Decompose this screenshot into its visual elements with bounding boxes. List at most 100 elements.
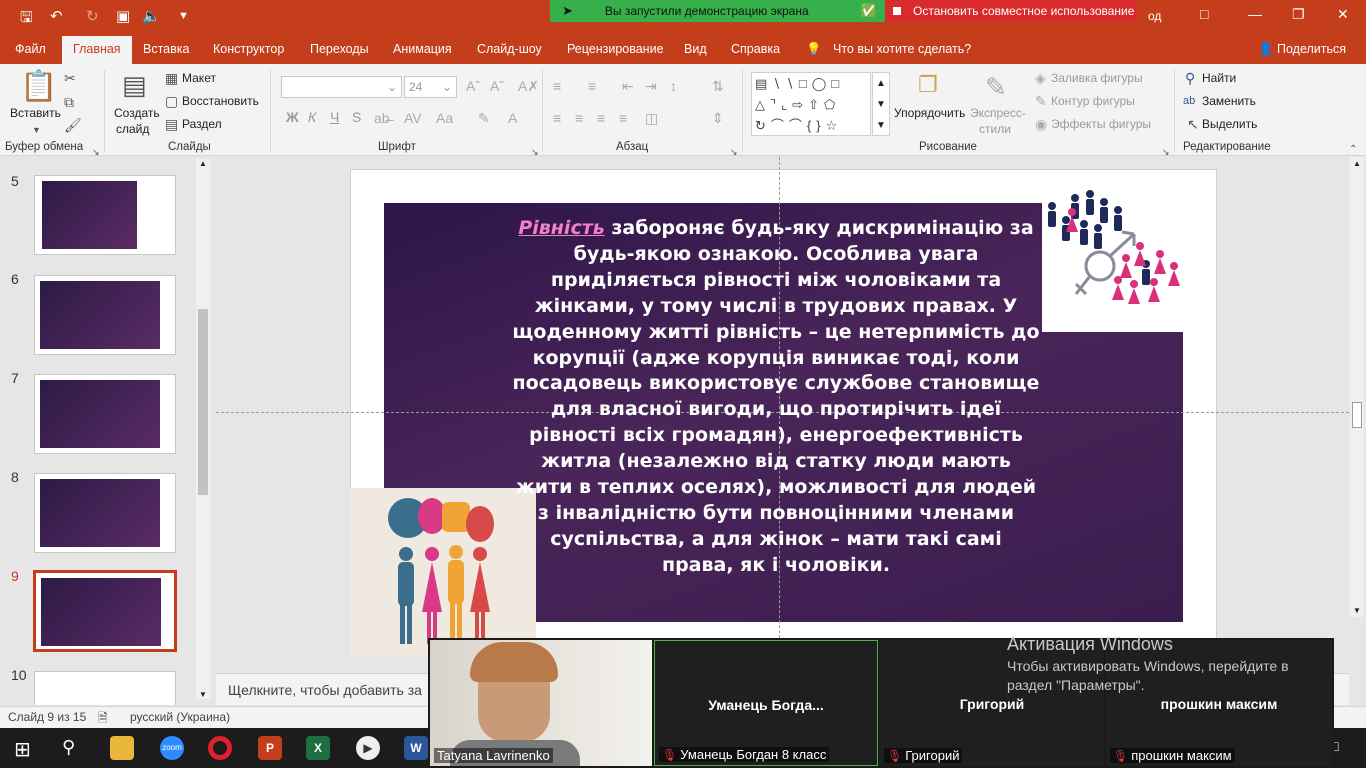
- powerpoint-icon[interactable]: P: [258, 736, 282, 760]
- tell-me-search[interactable]: Что вы хотите сделать?: [833, 42, 971, 56]
- tab-animations[interactable]: Анимация: [393, 42, 452, 56]
- tab-review[interactable]: Рецензирование: [567, 42, 664, 56]
- effects-icon[interactable]: ◉: [1035, 116, 1047, 132]
- chevron-up-icon[interactable]: ▲: [199, 159, 207, 168]
- slide-thumbnail[interactable]: [34, 671, 176, 705]
- tab-transitions[interactable]: Переходы: [310, 42, 369, 56]
- close-icon[interactable]: ✕: [1337, 6, 1349, 23]
- chevron-down-icon[interactable]: ▼: [32, 122, 41, 138]
- save-icon[interactable]: 🖫: [20, 7, 33, 32]
- underline-button[interactable]: Ч: [330, 109, 339, 125]
- columns-icon[interactable]: ◫: [645, 110, 658, 126]
- highlight-icon[interactable]: ✎: [478, 110, 490, 126]
- tab-help[interactable]: Справка: [731, 42, 780, 56]
- section-icon[interactable]: ▤: [165, 116, 178, 132]
- shape-effects-button[interactable]: Эффекты фигуры: [1051, 117, 1151, 131]
- align-center-icon[interactable]: ≡: [575, 110, 583, 126]
- collapse-ribbon-icon[interactable]: ⌃: [1349, 142, 1357, 158]
- bullets-icon[interactable]: ≡: [553, 78, 561, 94]
- tab-design[interactable]: Конструктор: [213, 42, 284, 56]
- account-name[interactable]: од: [1148, 9, 1161, 23]
- thumbnails-scrollbar[interactable]: ▲ ▼: [196, 159, 210, 699]
- chevron-down-icon[interactable]: ▼: [1353, 606, 1361, 615]
- slide-thumbnail[interactable]: [34, 275, 176, 355]
- undo-icon[interactable]: ↶: [50, 7, 63, 25]
- slide-thumbnail[interactable]: [34, 175, 176, 255]
- layout-icon[interactable]: ▦: [165, 70, 178, 86]
- slide-thumbnail[interactable]: [34, 374, 176, 454]
- select-button[interactable]: Выделить: [1202, 117, 1257, 131]
- align-left-icon[interactable]: ≡: [553, 110, 561, 126]
- font-color-icon[interactable]: A: [508, 110, 517, 126]
- tab-insert[interactable]: Вставка: [143, 42, 189, 56]
- tab-view[interactable]: Вид: [684, 42, 707, 56]
- copy-icon[interactable]: ⧉: [64, 94, 74, 110]
- shadow-button[interactable]: S: [352, 109, 361, 125]
- clear-format-icon[interactable]: A✗: [518, 78, 539, 94]
- new-slide-label-2[interactable]: слайд: [116, 122, 149, 136]
- paste-icon[interactable]: 📋: [20, 70, 57, 104]
- numbering-icon[interactable]: ≡: [588, 78, 596, 94]
- media-player-icon[interactable]: ▶: [356, 736, 380, 760]
- reset-icon[interactable]: ▢: [165, 93, 178, 109]
- fill-icon[interactable]: ◈: [1035, 70, 1046, 86]
- opera-icon[interactable]: [208, 736, 232, 760]
- shape-fill-button[interactable]: Заливка фигуры: [1051, 71, 1143, 85]
- line-spacing-icon[interactable]: ↕: [670, 78, 677, 94]
- participant-tile-video[interactable]: Tatyana Lavrinenko: [430, 640, 652, 766]
- tab-slideshow[interactable]: Слайд-шоу: [477, 42, 542, 56]
- windows-start-icon[interactable]: ⊞: [14, 737, 31, 762]
- reset-button[interactable]: Восстановить: [182, 94, 259, 108]
- speaker-icon[interactable]: 🔈: [142, 7, 161, 25]
- outline-icon[interactable]: ✎: [1035, 93, 1047, 109]
- new-slide-label-1[interactable]: Создать: [114, 106, 160, 120]
- search-icon[interactable]: ⚲: [62, 737, 75, 758]
- quick-styles-label-1[interactable]: Экспресс-: [970, 106, 1026, 120]
- language-indicator[interactable]: русский (Украина): [130, 710, 230, 724]
- file-explorer-icon[interactable]: [110, 736, 134, 760]
- quick-styles-icon[interactable]: ✎: [985, 72, 1007, 102]
- font-family-select[interactable]: ⌄: [281, 76, 402, 98]
- text-direction-icon[interactable]: ⇅: [712, 78, 724, 94]
- slide-thumbnail-selected[interactable]: [33, 570, 177, 652]
- customize-quick-access-icon[interactable]: ▼: [178, 10, 189, 22]
- layout-button[interactable]: Макет: [182, 71, 216, 85]
- chevron-down-icon[interactable]: ▼: [199, 690, 207, 699]
- select-icon[interactable]: ↖: [1187, 116, 1199, 132]
- slide-body-text[interactable]: Рівність забороняє будь-яку дискримінаці…: [512, 216, 1040, 579]
- tab-file[interactable]: Файл: [15, 42, 46, 56]
- shield-check-icon[interactable]: ✅: [861, 3, 877, 19]
- replace-icon[interactable]: ab: [1183, 93, 1195, 109]
- change-case-icon[interactable]: Aa: [436, 110, 453, 126]
- canvas-scrollbar[interactable]: ▲ ▼: [1350, 157, 1364, 617]
- char-spacing-icon[interactable]: AV: [404, 110, 422, 126]
- tab-home[interactable]: Главная: [62, 36, 132, 64]
- arrange-button[interactable]: Упорядочить: [894, 106, 965, 120]
- align-right-icon[interactable]: ≡: [597, 110, 605, 126]
- shapes-gallery[interactable]: ▤∖∖□◯□ △⌝⌞⇨⇧⬠ ↻⌒⌒{}☆: [751, 72, 871, 136]
- cut-icon[interactable]: ✂: [64, 70, 76, 86]
- spellcheck-icon[interactable]: 🗎: [98, 709, 108, 730]
- font-size-select[interactable]: 24 ⌄: [404, 76, 457, 98]
- format-painter-icon[interactable]: 🖌: [64, 117, 82, 133]
- strikethrough-icon[interactable]: ab̶: [374, 110, 390, 126]
- paste-button[interactable]: Вставить: [10, 106, 61, 120]
- minimize-icon[interactable]: —: [1248, 6, 1262, 22]
- increase-font-icon[interactable]: Aˆ: [466, 78, 480, 94]
- italic-button[interactable]: К: [308, 109, 316, 125]
- presentation-icon[interactable]: ▣: [116, 7, 130, 25]
- decrease-font-icon[interactable]: Aˇ: [490, 78, 504, 94]
- increase-indent-icon[interactable]: ⇥: [645, 78, 657, 94]
- decrease-indent-icon[interactable]: ⇤: [622, 78, 634, 94]
- redo-icon[interactable]: ↻: [86, 7, 99, 25]
- bold-button[interactable]: Ж: [286, 109, 299, 125]
- excel-icon[interactable]: X: [306, 736, 330, 760]
- search-icon[interactable]: ⚲: [1185, 70, 1195, 86]
- stop-share-button[interactable]: Остановить совместное использование: [885, 0, 1137, 22]
- justify-icon[interactable]: ≡: [619, 110, 627, 126]
- shape-outline-button[interactable]: Контур фигуры: [1051, 94, 1135, 108]
- find-button[interactable]: Найти: [1202, 71, 1236, 85]
- ribbon-display-icon[interactable]: □: [1200, 6, 1208, 22]
- slide-thumbnail[interactable]: [34, 473, 176, 553]
- zoom-app-icon[interactable]: zoom: [160, 736, 184, 760]
